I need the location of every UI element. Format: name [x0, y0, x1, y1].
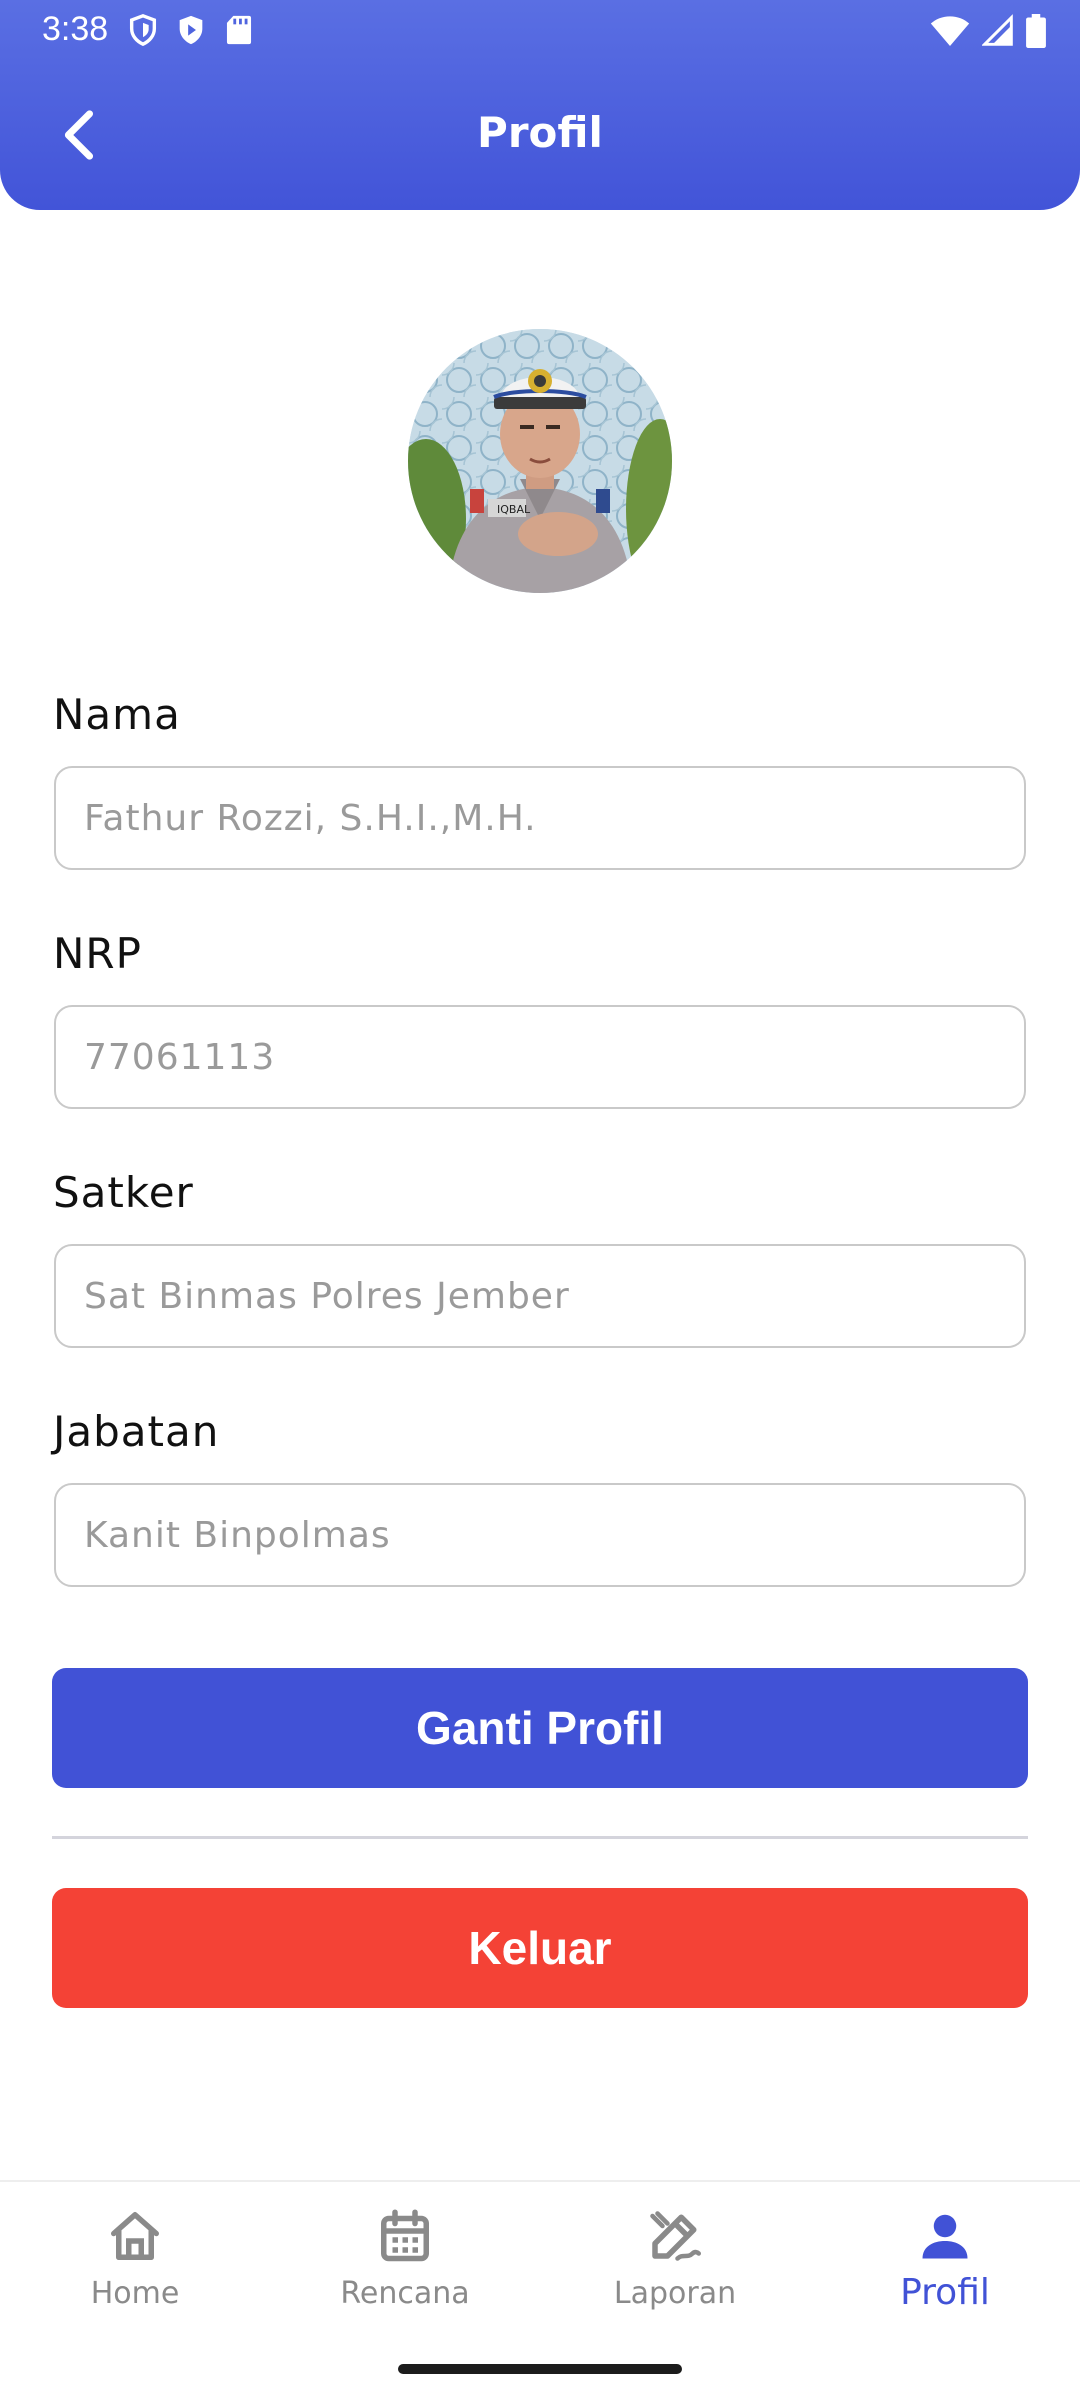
status-time: 3:38 — [42, 10, 109, 48]
satker-field[interactable] — [54, 1244, 1026, 1348]
nav-item-laporan[interactable]: Laporan — [565, 2206, 785, 2346]
nav-label-laporan: Laporan — [613, 2276, 737, 2311]
field-label-satker: Satker — [53, 1168, 194, 1217]
field-label-jabatan: Jabatan — [53, 1407, 220, 1456]
person-icon — [922, 2214, 968, 2259]
edit-report-icon — [650, 2211, 701, 2261]
nav-label-profil: Profil — [900, 2272, 990, 2313]
change-profile-button[interactable]: Ganti Profil — [52, 1668, 1028, 1788]
sd-card-icon — [226, 15, 252, 45]
nav-item-profil[interactable]: Profil — [835, 2206, 1055, 2346]
system-icons — [930, 14, 1046, 48]
svg-text:IQBAL: IQBAL — [497, 503, 531, 516]
status-bar: 3:38 — [0, 0, 1080, 62]
nama-field[interactable] — [54, 766, 1026, 870]
signal-icon — [982, 14, 1013, 46]
battery-icon — [1026, 14, 1046, 48]
divider — [52, 1836, 1028, 1839]
field-label-nrp: NRP — [53, 929, 142, 978]
calendar-icon — [381, 2209, 429, 2262]
logout-button[interactable]: Keluar — [52, 1888, 1028, 2008]
wifi-icon — [930, 16, 970, 46]
shield-icon — [129, 14, 157, 47]
home-icon — [111, 2212, 159, 2260]
nav-label-home: Home — [90, 2276, 180, 2311]
page-title: Profil — [477, 108, 603, 157]
nav-label-rencana: Rencana — [340, 2276, 470, 2311]
nav-item-rencana[interactable]: Rencana — [295, 2206, 515, 2346]
jabatan-field[interactable] — [54, 1483, 1026, 1587]
notification-icons — [126, 12, 256, 48]
nav-item-home[interactable]: Home — [25, 2206, 245, 2346]
nrp-field[interactable] — [54, 1005, 1026, 1109]
app-header: 3:38 Profil — [0, 0, 1080, 210]
profile-photo: IQBAL — [408, 329, 672, 593]
field-label-nama: Nama — [53, 690, 181, 739]
home-indicator[interactable] — [398, 2364, 682, 2374]
avatar[interactable]: IQBAL — [408, 329, 672, 593]
play-protect-icon — [179, 15, 203, 45]
